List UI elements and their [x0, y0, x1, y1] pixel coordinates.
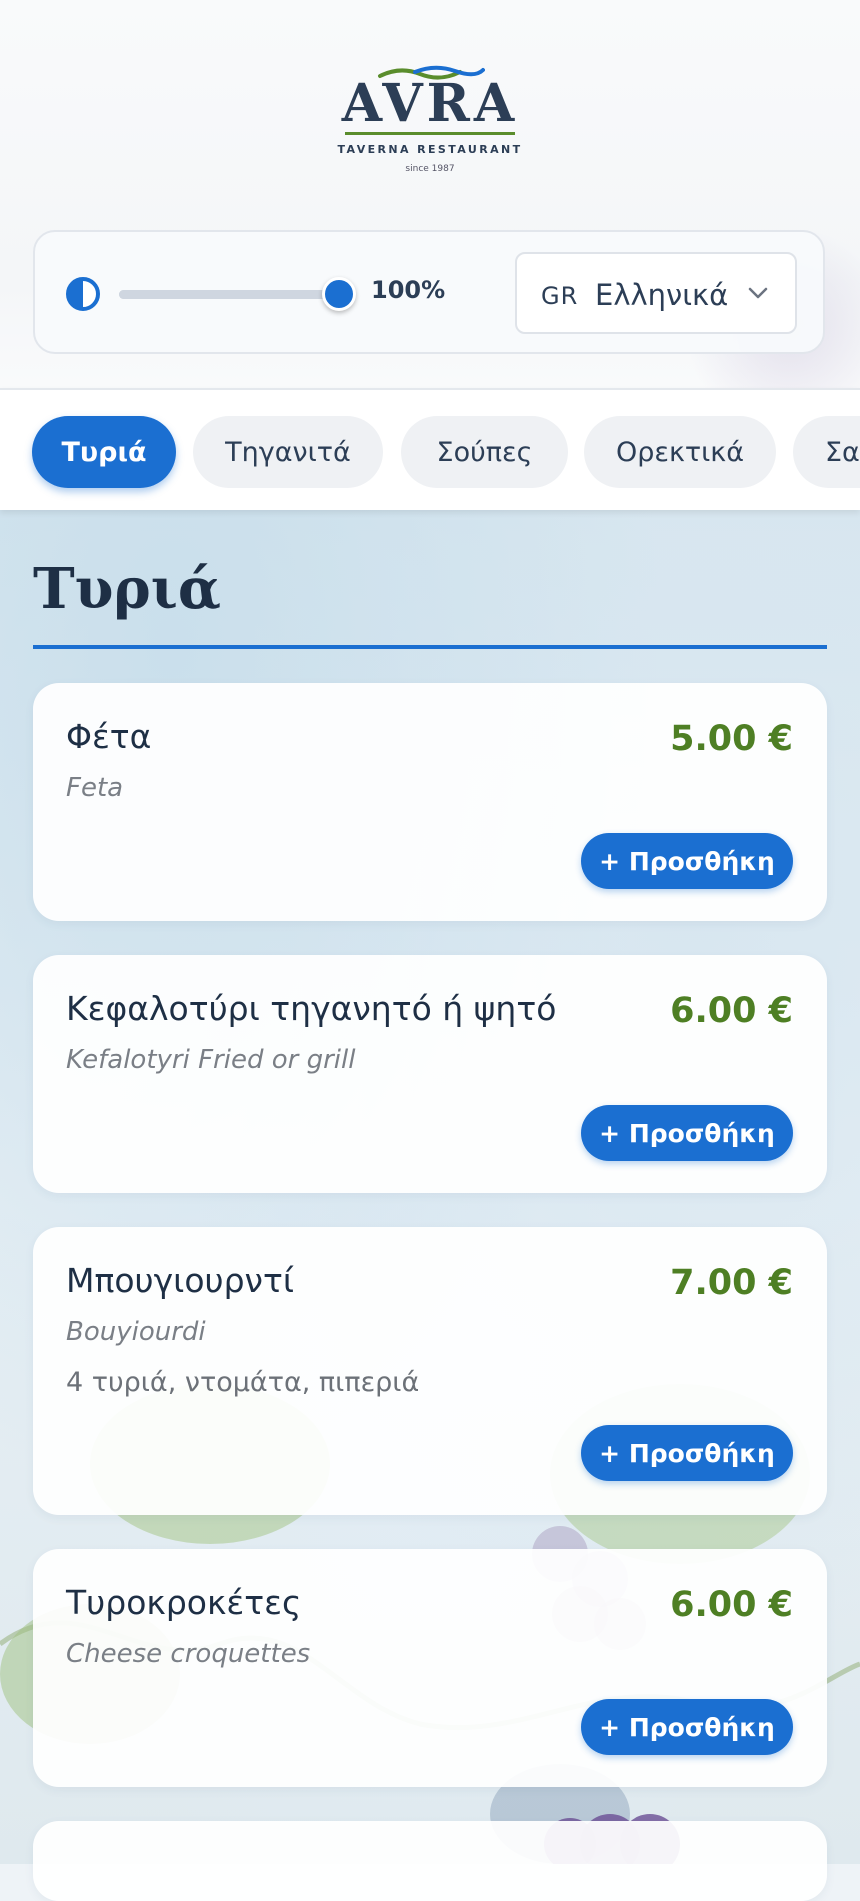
language-code: GR [541, 282, 579, 310]
add-button[interactable]: + Προσθήκη [581, 1425, 793, 1481]
item-subtitle: Bouyiourdi [66, 1317, 206, 1347]
tab-soups[interactable]: Σούπες [401, 416, 568, 488]
item-subtitle: Cheese croquettes [66, 1639, 311, 1669]
item-name: Φέτα [66, 717, 152, 756]
tab-fried[interactable]: Τηγανιτά [193, 416, 383, 488]
item-name: Κεφαλοτύρι τηγανητό ή ψητό [66, 989, 557, 1028]
contrast-value: 100% [371, 276, 446, 304]
section-title: Τυριά [33, 556, 221, 622]
item-subtitle: Kefalotyri Fried or grill [66, 1045, 356, 1075]
add-button[interactable]: + Προσθήκη [581, 1699, 793, 1755]
contrast-icon [66, 277, 100, 311]
add-button[interactable]: + Προσθήκη [581, 833, 793, 889]
menu-item-card-partial [33, 1821, 827, 1901]
item-subtitle: Feta [66, 773, 124, 803]
chevron-down-icon [748, 287, 768, 299]
contrast-slider-thumb[interactable] [322, 277, 356, 311]
item-price: 7.00 € [670, 1263, 793, 1303]
item-description: 4 τυριά, ντομάτα, πιπεριά [66, 1367, 420, 1398]
item-price: 5.00 € [670, 719, 793, 759]
tab-salads[interactable]: Σα [793, 416, 860, 488]
item-name: Μπουγιουρντί [66, 1261, 295, 1300]
menu-item-card: Κεφαλοτύρι τηγανητό ή ψητό Kefalotyri Fr… [33, 955, 827, 1193]
language-select[interactable]: GR Ελληνικά [515, 252, 797, 334]
menu-item-card: Μπουγιουρντί Bouyiourdi 4 τυριά, ντομάτα… [33, 1227, 827, 1515]
item-name: Τυροκροκέτες [66, 1583, 302, 1622]
category-tabs: Τυριά Τηγανιτά Σούπες Ορεκτικά Σα [0, 388, 860, 510]
menu-item-card: Τυροκροκέτες Cheese croquettes 6.00 € + … [33, 1549, 827, 1787]
display-controls: 100% GR Ελληνικά [33, 230, 825, 354]
add-button[interactable]: + Προσθήκη [581, 1105, 793, 1161]
brand-tagline: TAVERNA RESTAURANT [337, 143, 523, 156]
tab-cheeses[interactable]: Τυριά [32, 416, 176, 488]
tab-appetizers[interactable]: Ορεκτικά [584, 416, 776, 488]
item-price: 6.00 € [670, 991, 793, 1031]
item-price: 6.00 € [670, 1585, 793, 1625]
restaurant-logo: AVRA TAVERNA RESTAURANT since 1987 [330, 64, 530, 174]
brand-since: since 1987 [405, 164, 455, 174]
contrast-slider-fill [119, 290, 339, 299]
contrast-slider[interactable] [119, 277, 356, 311]
language-name: Ελληνικά [595, 278, 729, 312]
brand-name: AVRA [341, 73, 519, 134]
menu-item-card: Φέτα Feta 5.00 € + Προσθήκη [33, 683, 827, 921]
section-divider [33, 645, 827, 649]
